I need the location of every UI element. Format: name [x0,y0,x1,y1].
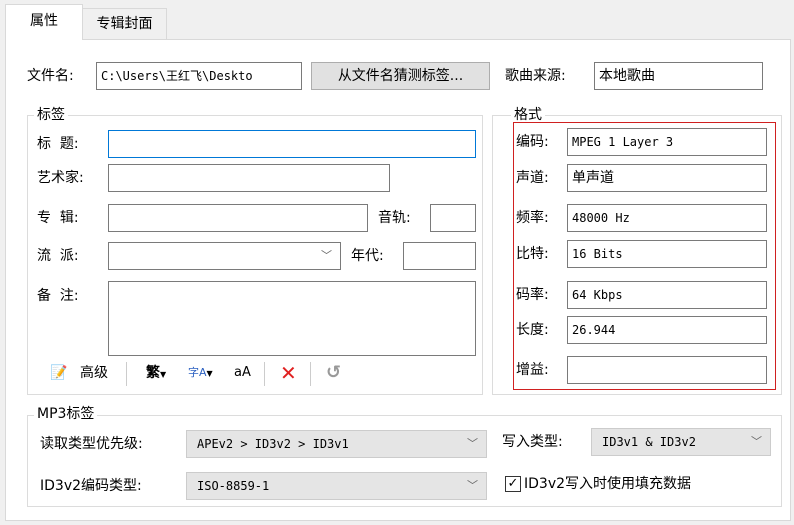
read-priority-label: 读取类型优先级: [40,436,143,452]
toolbar-separator [264,362,265,386]
genre-select[interactable]: ﹀ [108,242,341,270]
traditional-label: 繁 [146,365,160,381]
read-priority-select[interactable]: APEv2 > ID3v2 > ID3v1 ﹀ [186,430,487,458]
read-priority-value: APEv2 > ID3v2 > ID3v1 [197,437,349,451]
encoding-value: ISO-8859-1 [197,479,270,493]
format-field-label: 增益: [516,362,549,378]
tab-properties[interactable]: 属性 [5,4,83,40]
title-label: 标 题: [37,136,79,152]
format-field-label: 比特: [516,246,549,262]
format-field-label: 编码: [516,134,549,150]
format-field-value[interactable]: 48000 Hz [567,204,767,232]
format-field-label: 码率: [516,287,549,303]
format-legend: 格式 [511,107,545,123]
advanced-button[interactable]: 高级 [80,362,108,384]
year-label: 年代: [351,248,384,264]
padding-checkbox[interactable]: ✓ [505,476,521,492]
encoding-label: ID3v2编码类型: [40,478,142,494]
format-field-value[interactable]: 16 Bits [567,240,767,268]
comment-textarea[interactable] [108,281,476,356]
filename-input[interactable]: C:\Users\王红飞\Deskto [96,62,302,90]
traditional-chinese-button[interactable]: 繁▼ [146,362,166,384]
guess-tags-button[interactable]: 从文件名猜测标签... [311,62,490,90]
format-field-label: 声道: [516,170,549,186]
write-type-value: ID3v1 & ID3v2 [602,435,696,449]
encoding-select[interactable]: ISO-8859-1 ﹀ [186,472,487,500]
source-label: 歌曲来源: [505,68,566,84]
write-type-select[interactable]: ID3v1 & ID3v2 ﹀ [591,428,771,456]
format-field-value[interactable] [567,356,767,384]
filename-label: 文件名: [27,68,74,84]
format-field-value[interactable]: MPEG 1 Layer 3 [567,128,767,156]
mp3-legend: MP3标签 [34,406,98,422]
format-field-label: 频率: [516,210,549,226]
chevron-down-icon: ﹀ [321,249,332,262]
comment-label: 备 注: [37,288,79,304]
album-label: 专 辑: [37,210,79,226]
chevron-down-icon: ﹀ [467,479,478,492]
write-type-label: 写入类型: [502,434,563,450]
chevron-down-icon: ﹀ [467,437,478,450]
title-input[interactable] [108,130,476,158]
format-field-label: 长度: [516,322,549,338]
undo-icon[interactable]: ↺ [326,362,341,384]
translate-icon: 字A [188,366,207,379]
format-field-value[interactable]: 单声道 [567,164,767,192]
year-input[interactable] [403,242,476,270]
genre-label: 流 派: [37,248,79,264]
padding-label: ID3v2写入时使用填充数据 [524,476,692,492]
artist-input[interactable] [108,164,390,192]
album-input[interactable] [108,204,368,232]
artist-label: 艺术家: [37,170,84,186]
tab-album-cover[interactable]: 专辑封面 [82,8,167,39]
chevron-down-icon: ﹀ [751,435,762,448]
format-field-value[interactable]: 64 Kbps [567,281,767,309]
delete-icon[interactable]: ✕ [280,362,297,384]
format-field-value[interactable]: 26.944 [567,316,767,344]
toolbar-separator [126,362,127,386]
toolbar-separator [310,362,311,386]
translate-button[interactable]: 字A▼ [188,362,213,384]
change-case-button[interactable]: aA [234,362,251,384]
track-label: 音轨: [378,210,411,226]
tags-legend: 标签 [34,107,68,123]
source-input[interactable]: 本地歌曲 [594,62,763,90]
track-input[interactable] [430,204,476,232]
edit-icon: 📝 [50,365,68,381]
